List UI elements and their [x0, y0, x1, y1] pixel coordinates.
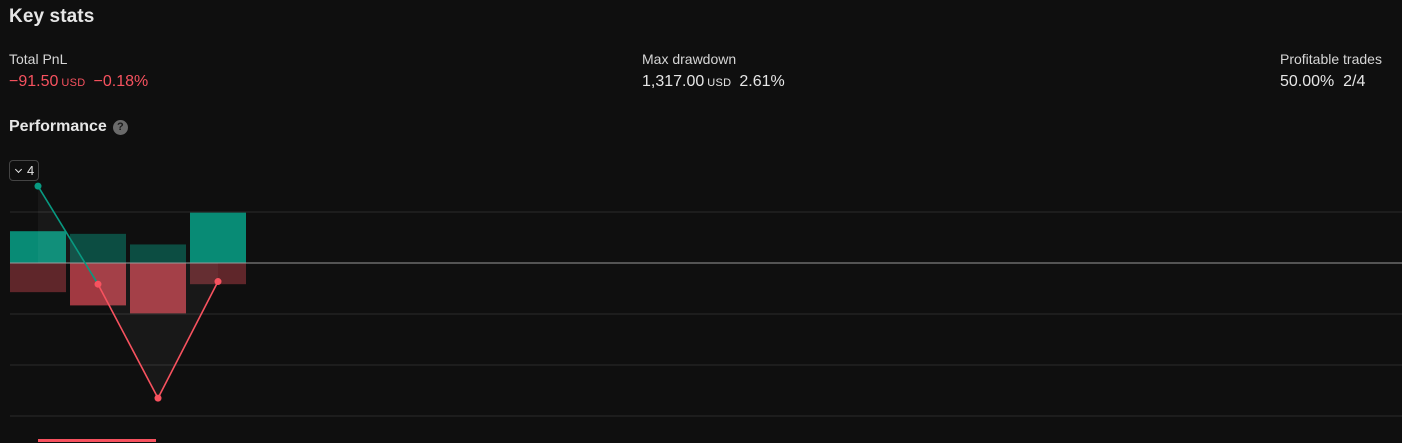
cumulative-point-2 — [94, 280, 102, 288]
profitable-trades-stat: Profitable trades 50.00% 2/4 — [1280, 50, 1382, 92]
total-pnl-value: −91.50 — [9, 73, 59, 90]
max-drawdown-value: 1,317.00 — [642, 73, 705, 90]
profitable-trades-label: Profitable trades — [1280, 51, 1382, 67]
max-drawdown-value-row: 1,317.00 USD 2.61% — [642, 72, 785, 93]
collapse-trades-count: 4 — [27, 163, 35, 178]
total-pnl-label: Total PnL — [9, 51, 68, 67]
total-pnl-value-row: −91.50 USD −0.18% — [9, 72, 148, 93]
total-pnl-percent: −0.18% — [93, 73, 149, 90]
max-drawdown-percent: 2.61% — [739, 73, 785, 90]
total-pnl-unit: USD — [61, 77, 86, 89]
bar-positive-3 — [130, 244, 186, 263]
profitable-trades-ratio: 2/4 — [1343, 73, 1366, 90]
performance-chart — [10, 182, 1402, 442]
max-drawdown-unit: USD — [707, 77, 732, 89]
cumulative-point-1 — [34, 182, 42, 190]
bar-negative-1 — [10, 263, 66, 293]
cumulative-point-4 — [214, 278, 222, 286]
drawdown-marker — [38, 439, 156, 442]
chevron-down-icon — [14, 166, 24, 176]
performance-title: Performance — [9, 118, 107, 135]
profitable-trades-percent: 50.00% — [1280, 73, 1335, 90]
bar-positive-4 — [190, 212, 246, 263]
total-pnl-stat: Total PnL −91.50 USD −0.18% — [9, 50, 148, 93]
profitable-trades-value-row: 50.00% 2/4 — [1280, 72, 1382, 92]
performance-title-row: Performance ? — [9, 118, 128, 136]
max-drawdown-stat: Max drawdown 1,317.00 USD 2.61% — [642, 50, 785, 93]
key-stats-title: Key stats — [9, 6, 95, 27]
collapse-trades-button[interactable]: 4 — [9, 160, 40, 181]
max-drawdown-label: Max drawdown — [642, 51, 737, 67]
question-mark-icon[interactable]: ? — [112, 119, 128, 135]
cumulative-point-3 — [154, 394, 162, 402]
